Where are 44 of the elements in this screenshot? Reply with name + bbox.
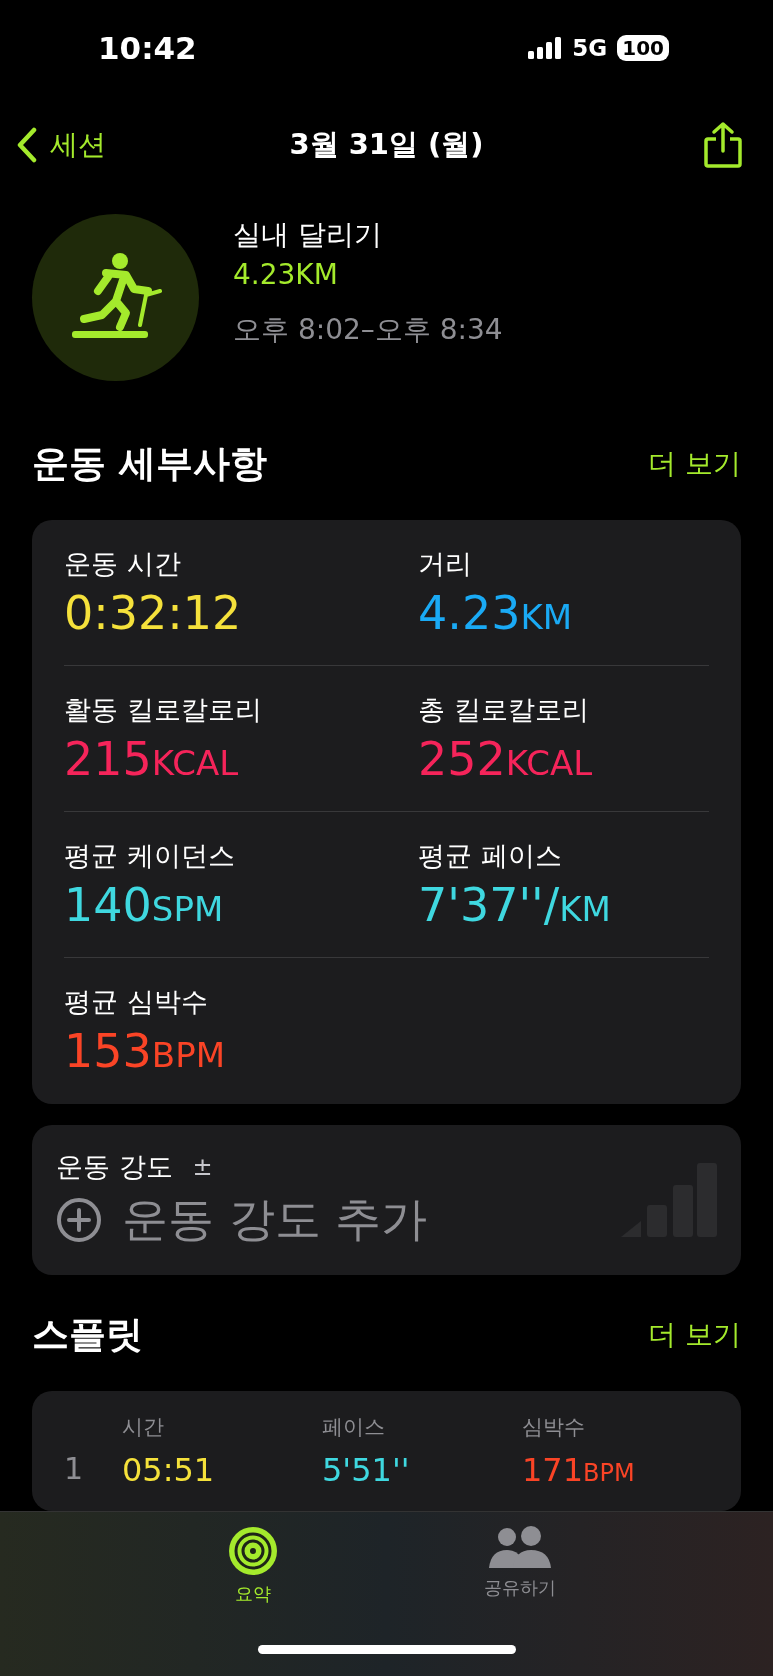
split-number: 1: [64, 1451, 85, 1488]
metric-value: 7'37''/KM: [418, 877, 612, 932]
plus-minus-symbol: ±: [192, 1152, 213, 1181]
metric-label: 거리: [418, 546, 473, 581]
metric-value: 140SPM: [64, 877, 225, 932]
show-more-link[interactable]: 더 보기: [648, 445, 741, 483]
rings-icon: [228, 1526, 279, 1576]
metric-value: 215 KCAL: [64, 731, 240, 786]
back-button[interactable]: 세션: [16, 126, 106, 165]
metric-label: 평균 케이던스: [64, 838, 236, 873]
workout-time-range: 오후 8:02–오후 8:34: [233, 311, 503, 348]
plus-circle-icon: [56, 1196, 102, 1243]
people-icon: [486, 1526, 553, 1570]
metric-value: 0:32:12: [64, 585, 243, 640]
metric-label: 총 킬로칼로리: [418, 692, 590, 727]
workout-name: 실내 달리기: [233, 216, 383, 253]
status-time: 10:42: [98, 30, 197, 67]
tab[interactable]: 공유하기: [444, 1526, 595, 1606]
metric-label: 운동 시간: [64, 546, 182, 581]
date-title: 3월 31일 (월): [289, 127, 484, 162]
workout-distance: 4.23KM: [233, 257, 339, 291]
metric-value: 4.23KM: [418, 585, 574, 640]
column-header: 심박수: [522, 1414, 586, 1441]
column-header: 시간: [122, 1414, 165, 1441]
tab[interactable]: 요약: [178, 1526, 329, 1606]
metric-label: 평균 페이스: [418, 838, 563, 873]
split-heart-rate: 171BPM: [522, 1451, 636, 1489]
metric-value: 153 BPM: [64, 1024, 226, 1079]
network-label: 5G: [572, 35, 608, 62]
section-title: 운동 세부사항: [32, 441, 267, 487]
battery-level: 100: [617, 35, 669, 62]
intensity-label: 운동 강도: [56, 1149, 173, 1184]
add-intensity-button[interactable]: 운동 강도 추가: [56, 1188, 428, 1251]
chevron-left-icon: [16, 127, 38, 164]
split-time: 05:51: [122, 1451, 216, 1489]
show-more-link[interactable]: 더 보기: [648, 1315, 741, 1354]
column-header: 페이스: [322, 1414, 386, 1441]
split-pace: 5'51'': [322, 1451, 411, 1489]
section-title: 스플릿: [32, 1311, 143, 1358]
metric-value: 252 KCAL: [418, 731, 594, 786]
metric-label: 활동 킬로칼로리: [64, 692, 263, 727]
metric-label: 평균 심박수: [64, 985, 209, 1020]
signal-icon: [528, 37, 563, 60]
share-icon[interactable]: [703, 121, 743, 170]
